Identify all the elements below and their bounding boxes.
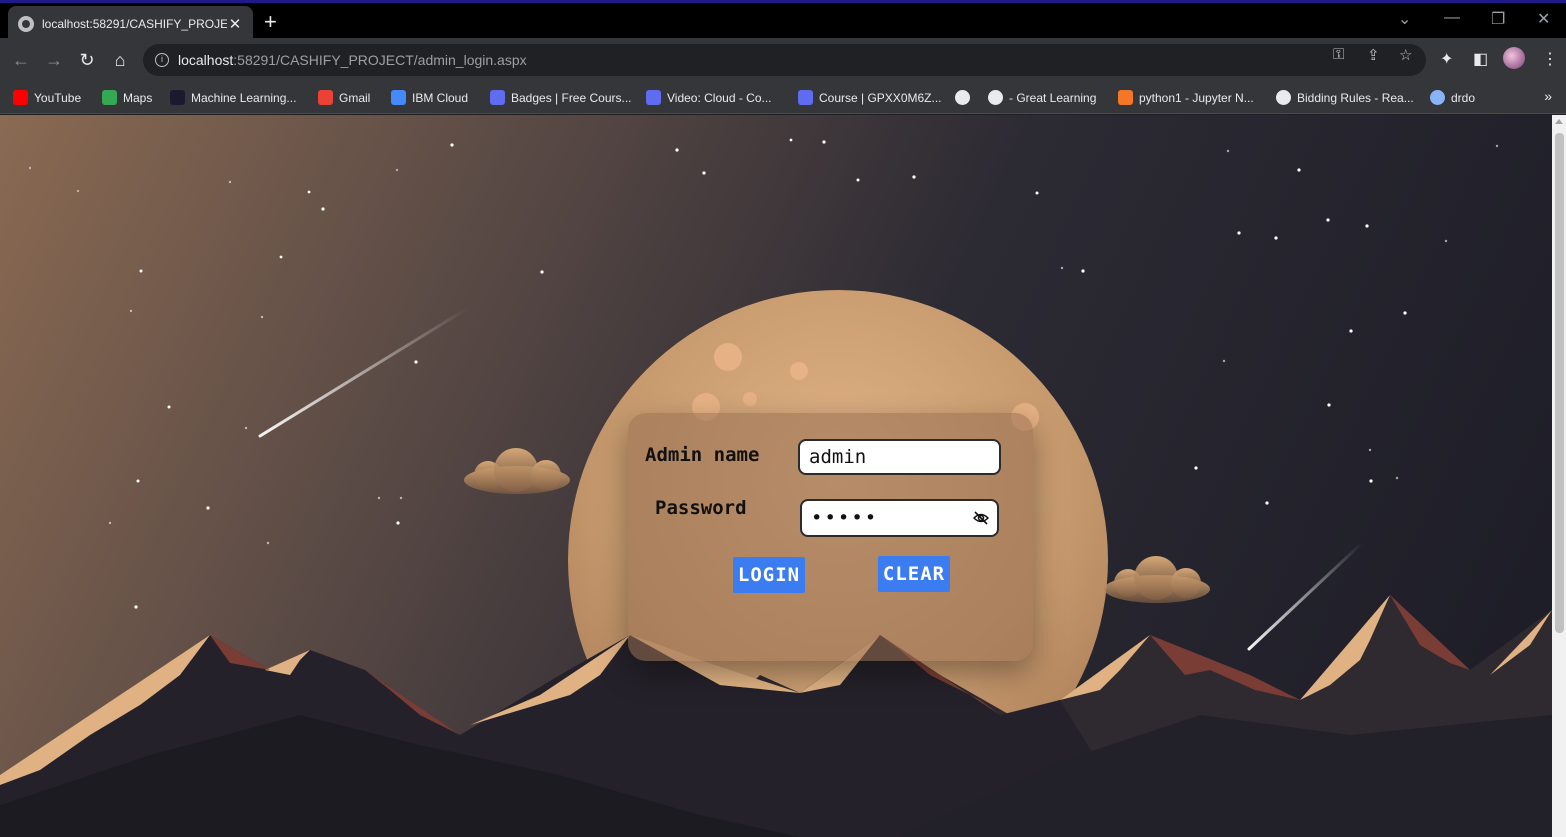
password-key-icon[interactable]: ⚿ <box>1333 46 1344 63</box>
ibm-cloud-icon <box>391 90 406 105</box>
password-value: ••••• <box>811 507 879 529</box>
bookmarks-bar: » YouTube Maps Machine Learning... Gmail IBM… <box>0 82 1566 114</box>
bookmark-item[interactable]: Bidding Rules - Rea... <box>1276 90 1414 105</box>
close-tab-icon[interactable]: ✕ <box>227 15 243 33</box>
url-text: localhost:58291/CASHIFY_PROJECT/admin_lo… <box>178 52 527 68</box>
reload-icon[interactable]: ↻ <box>75 48 99 72</box>
bookmark-label: Badges | Free Cours... <box>511 90 632 105</box>
globe-icon <box>18 15 34 32</box>
login-button[interactable]: LOGIN <box>733 557 805 593</box>
youtube-icon <box>13 90 28 105</box>
globe-icon <box>1276 90 1291 105</box>
bookmark-label: Gmail <box>339 90 371 105</box>
new-tab-icon[interactable]: + <box>264 9 277 35</box>
site-info-icon[interactable]: i <box>155 53 169 67</box>
bookmark-label: python1 - Jupyter N... <box>1139 90 1254 105</box>
browser-toolbar: ← → ↻ ⌂ i localhost:58291/CASHIFY_PROJEC… <box>0 38 1566 82</box>
close-window-icon[interactable]: ✕ <box>1537 9 1550 29</box>
password-label: Password <box>655 497 747 519</box>
home-icon[interactable]: ⌂ <box>108 48 132 72</box>
extensions-icon[interactable]: ✦ <box>1440 49 1453 69</box>
bookmark-label: - Great Learning <box>1009 90 1097 105</box>
back-icon[interactable]: ← <box>9 48 33 72</box>
profile-avatar[interactable] <box>1503 47 1525 69</box>
scrollbar-thumb[interactable] <box>1555 133 1564 633</box>
badges-icon <box>490 90 505 105</box>
scroll-up-icon[interactable] <box>1555 119 1563 124</box>
bookmark-label: drdo <box>1451 90 1476 105</box>
bookmark-item[interactable]: Badges | Free Cours... <box>490 90 632 105</box>
toggle-password-visibility-icon[interactable] <box>973 510 989 526</box>
bookmark-item[interactable]: Course | GPXX0M6Z... <box>798 90 942 105</box>
bookmark-item[interactable]: IBM Cloud <box>391 90 468 105</box>
bookmark-label: Video: Cloud - Co... <box>667 90 772 105</box>
tab-strip: localhost:58291/CASHIFY_PROJEC ✕ + ⌄ — ❐… <box>0 0 1566 41</box>
side-panel-icon[interactable]: ◧ <box>1473 49 1488 69</box>
jupyter-icon <box>1118 90 1133 105</box>
password-input[interactable]: ••••• <box>800 499 999 537</box>
globe-icon <box>955 90 970 105</box>
share-icon[interactable]: ⇪ <box>1367 46 1380 64</box>
tab-search-icon[interactable]: ⌄ <box>1398 9 1411 29</box>
maps-icon <box>102 90 117 105</box>
cloud-left <box>464 448 570 494</box>
bookmark-item[interactable]: Gmail <box>318 90 370 105</box>
menu-icon[interactable]: ⋮ <box>1542 49 1558 69</box>
browser-tab[interactable]: localhost:58291/CASHIFY_PROJEC ✕ <box>8 6 253 41</box>
tab-title: localhost:58291/CASHIFY_PROJEC <box>42 16 227 31</box>
bookmark-item[interactable]: Maps <box>102 90 152 105</box>
bookmark-label: Bidding Rules - Rea... <box>1297 90 1414 105</box>
bookmark-label: Course | GPXX0M6Z... <box>819 90 942 105</box>
bookmark-item[interactable]: Machine Learning... <box>170 90 296 105</box>
login-card: Admin name admin Password ••••• LOGIN CL… <box>628 413 1033 661</box>
bookmark-item[interactable]: YouTube <box>13 90 81 105</box>
drdo-icon <box>1430 90 1445 105</box>
google-icon <box>988 90 1003 105</box>
bookmark-label: YouTube <box>34 90 82 105</box>
bookmark-item[interactable]: Video: Cloud - Co... <box>646 90 772 105</box>
cloud-right <box>1104 556 1210 603</box>
gmail-icon <box>318 90 333 105</box>
admin-name-label: Admin name <box>645 444 760 466</box>
bookmark-label: Maps <box>123 90 153 105</box>
meteor <box>1247 541 1364 651</box>
course-icon <box>798 90 813 105</box>
restore-icon[interactable]: ❐ <box>1491 9 1505 29</box>
video-icon <box>646 90 661 105</box>
page-scrollbar[interactable] <box>1552 115 1566 837</box>
bookmark-item[interactable]: python1 - Jupyter N... <box>1118 90 1254 105</box>
clear-button[interactable]: CLEAR <box>878 556 950 592</box>
admin-name-input[interactable]: admin <box>798 439 1001 475</box>
forward-icon[interactable]: → <box>42 48 66 72</box>
more-bookmarks-icon[interactable]: » <box>1544 88 1552 104</box>
bookmark-item[interactable]: drdo <box>1430 90 1475 105</box>
address-bar[interactable]: i localhost:58291/CASHIFY_PROJECT/admin_… <box>143 44 1426 76</box>
login-page: Admin name admin Password ••••• LOGIN CL… <box>0 115 1552 837</box>
bookmark-item[interactable] <box>955 90 976 105</box>
bookmark-label: IBM Cloud <box>412 90 469 105</box>
meteor <box>258 306 470 438</box>
ml-icon <box>170 90 185 105</box>
bookmark-star-icon[interactable]: ☆ <box>1399 46 1412 64</box>
bookmark-label: Machine Learning... <box>191 90 297 105</box>
minimize-icon[interactable]: — <box>1444 9 1460 27</box>
bookmark-item[interactable]: - Great Learning <box>988 90 1096 105</box>
